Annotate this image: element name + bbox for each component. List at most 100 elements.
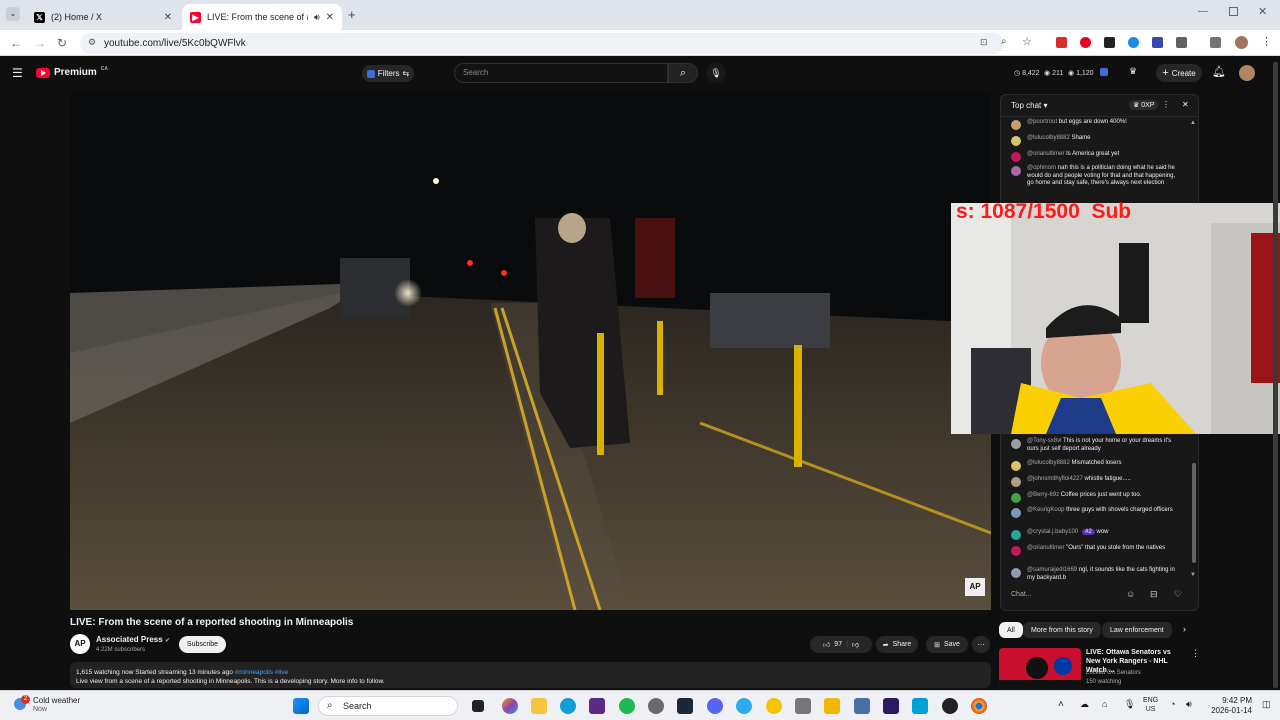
page-scrollbar[interactable] — [1273, 62, 1278, 688]
settings-gear-icon[interactable] — [648, 698, 664, 714]
warning-app-icon[interactable] — [824, 698, 840, 714]
extension-audio-icon[interactable] — [1152, 37, 1163, 48]
tab-youtube-live[interactable]: ▶ LIVE: From the scene of a re 🔊︎ ✕ — [182, 4, 342, 30]
chat-username[interactable]: @ophinom — [1027, 165, 1056, 171]
close-tab-icon[interactable]: ✕ — [326, 12, 334, 23]
chat-message[interactable]: @poortrout but eggs are down 400%! — [1011, 119, 1181, 130]
chat-avatar[interactable] — [1011, 530, 1021, 540]
extensions-puzzle-icon[interactable] — [1176, 37, 1187, 48]
description-hashtags[interactable]: #minneapolis #live — [235, 669, 288, 676]
save-button[interactable]: ⊞ Save — [926, 636, 968, 653]
forward-arrow-icon[interactable]: → — [34, 36, 46, 50]
chat-username[interactable]: @Berry-69z — [1027, 492, 1059, 498]
youtube-premium-logo[interactable]: Premium CA — [36, 66, 108, 78]
chat-username[interactable]: @crystal.j.baby100 — [1027, 529, 1078, 535]
extension-dark-icon[interactable] — [1104, 37, 1115, 48]
discord-icon[interactable] — [707, 698, 723, 714]
search-button[interactable]: ⌕ — [668, 63, 698, 83]
taskbar-search[interactable]: ⌕ Search — [318, 696, 458, 716]
video-player[interactable]: AP — [70, 93, 991, 610]
chrome-icon[interactable] — [971, 698, 987, 714]
language-indicator[interactable]: ENG US — [1143, 696, 1158, 714]
file-explorer-icon[interactable] — [531, 698, 547, 714]
chat-avatar[interactable] — [1011, 493, 1021, 503]
address-bar[interactable]: ⚙ youtube.com/live/5Kc0bQWFlvk ⊡ — [80, 33, 1004, 54]
search-input[interactable]: Search — [454, 63, 668, 83]
extension-pinterest-icon[interactable] — [1080, 37, 1091, 48]
chip-all[interactable]: All — [999, 622, 1023, 638]
minimize-window-button[interactable]: — — [1198, 6, 1208, 17]
extension-blue-icon[interactable] — [1128, 37, 1139, 48]
back-arrow-icon[interactable]: ← — [10, 36, 22, 50]
restore-window-button[interactable] — [1229, 7, 1238, 16]
tray-network-icon[interactable]: ☁ — [1080, 699, 1089, 710]
chat-username[interactable]: @samuraijedi1669 — [1027, 567, 1077, 573]
create-button[interactable]: + Create — [1156, 64, 1202, 82]
chat-username[interactable]: @lulucolby8882 — [1027, 460, 1070, 466]
volume-icon[interactable]: 🔊︎ — [1186, 699, 1192, 710]
chat-mode-dropdown[interactable]: Top chat ▾ — [1011, 101, 1048, 110]
spotify-icon[interactable] — [619, 698, 635, 714]
account-avatar[interactable] — [1239, 65, 1255, 81]
chat-scrollbar[interactable] — [1192, 463, 1196, 563]
weather-widget[interactable]: 2 Cold weather Now — [14, 695, 114, 717]
subscribe-button[interactable]: Subscribe — [179, 636, 226, 653]
chat-message[interactable]: @orianultimer "Ours" that you stole from… — [1011, 545, 1181, 556]
chat-avatar[interactable] — [1011, 546, 1021, 556]
clock[interactable]: 9:42 PM 2026-01-14 — [1208, 696, 1252, 716]
chat-username[interactable]: @Tony-sx8vl — [1027, 438, 1061, 444]
close-tab-icon[interactable]: ✕ — [164, 12, 172, 23]
chat-message[interactable]: @crystal.j.baby100 #2 wow — [1011, 529, 1181, 540]
chat-message[interactable]: @ophinom nah this is a politician doing … — [1011, 165, 1181, 188]
chat-username[interactable]: @orianultimer — [1027, 151, 1064, 157]
tray-mic-icon[interactable]: 🎙︎ — [1124, 699, 1135, 710]
steam-icon[interactable] — [677, 698, 693, 714]
calculator-icon[interactable] — [795, 698, 811, 714]
chat-avatar[interactable] — [1011, 120, 1021, 130]
chip-more-from-story[interactable]: More from this story — [1023, 622, 1101, 638]
tray-app-icon[interactable]: ⌂ — [1102, 699, 1107, 709]
channel-avatar[interactable]: AP — [70, 634, 90, 654]
speaker-icon[interactable]: 🔊︎ — [314, 12, 320, 23]
chips-next-icon[interactable]: › — [1183, 624, 1186, 634]
super-chat-icon[interactable]: ⊟ — [1150, 589, 1158, 600]
scroll-up-icon[interactable]: ▲ — [1190, 120, 1196, 126]
bookmark-star-icon[interactable]: ☆ — [1022, 35, 1032, 48]
chat-avatar[interactable] — [1011, 152, 1021, 162]
chat-more-icon[interactable]: ⋮ — [1162, 100, 1170, 109]
thumbs-up-icon[interactable]: 👍︎ — [823, 640, 830, 649]
extension-red-icon[interactable] — [1056, 37, 1067, 48]
telegram-icon[interactable] — [736, 698, 752, 714]
nzxt-icon[interactable] — [589, 698, 605, 714]
share-button[interactable]: ➦ Share — [876, 636, 918, 653]
chat-message[interactable]: @Tony-sx8vl This is not your home or you… — [1011, 438, 1181, 453]
xp-badge[interactable]: ♛ 0XP — [1129, 100, 1159, 110]
new-tab-button[interactable]: + — [348, 7, 356, 22]
trophy-icon[interactable]: ♛ — [1129, 66, 1137, 77]
voice-search-button[interactable]: 🎙︎ — [706, 63, 726, 83]
chat-message[interactable]: @johnsmithyfloi4227 whistle fatigue..... — [1011, 476, 1181, 487]
chat-input[interactable]: Chat... — [1011, 587, 1136, 602]
chat-avatar[interactable] — [1011, 439, 1021, 449]
description-box[interactable]: 1,615 watching now Started streaming 13 … — [70, 662, 991, 688]
chat-avatar[interactable] — [1011, 508, 1021, 518]
chat-message[interactable]: @orianultimer Is America great yet — [1011, 151, 1181, 162]
recommended-more-icon[interactable]: ⋮ — [1191, 648, 1200, 659]
wifi-icon[interactable]: ◔ — [1170, 699, 1175, 709]
chat-username[interactable]: @lulucolby8882 — [1027, 135, 1070, 141]
show-hidden-icons[interactable]: ˄ — [1058, 699, 1064, 710]
chat-message[interactable]: @samuraijedi1669 ngl, it sounds like the… — [1011, 567, 1181, 582]
emoji-icon[interactable]: ☺ — [1126, 589, 1135, 599]
recommended-channel[interactable]: Locked On Senators — [1086, 670, 1141, 676]
zoom-icon[interactable]: ⌕ — [1001, 36, 1007, 47]
tab-list-dropdown-button[interactable]: ⌄ — [6, 7, 20, 21]
chat-username[interactable]: @johnsmithyfloi4227 — [1027, 476, 1083, 482]
chat-message[interactable]: @Berry-69z Coffee prices just went up to… — [1011, 492, 1181, 503]
thumbs-down-icon[interactable]: 👎︎ — [852, 640, 859, 649]
snipping-tool-icon[interactable] — [854, 698, 870, 714]
task-view-icon[interactable] — [472, 700, 484, 712]
chat-avatar[interactable] — [1011, 568, 1021, 578]
start-windows-icon[interactable] — [293, 698, 309, 714]
chat-avatar[interactable] — [1011, 136, 1021, 146]
channel-name[interactable]: Associated Press ✔ — [96, 635, 170, 644]
